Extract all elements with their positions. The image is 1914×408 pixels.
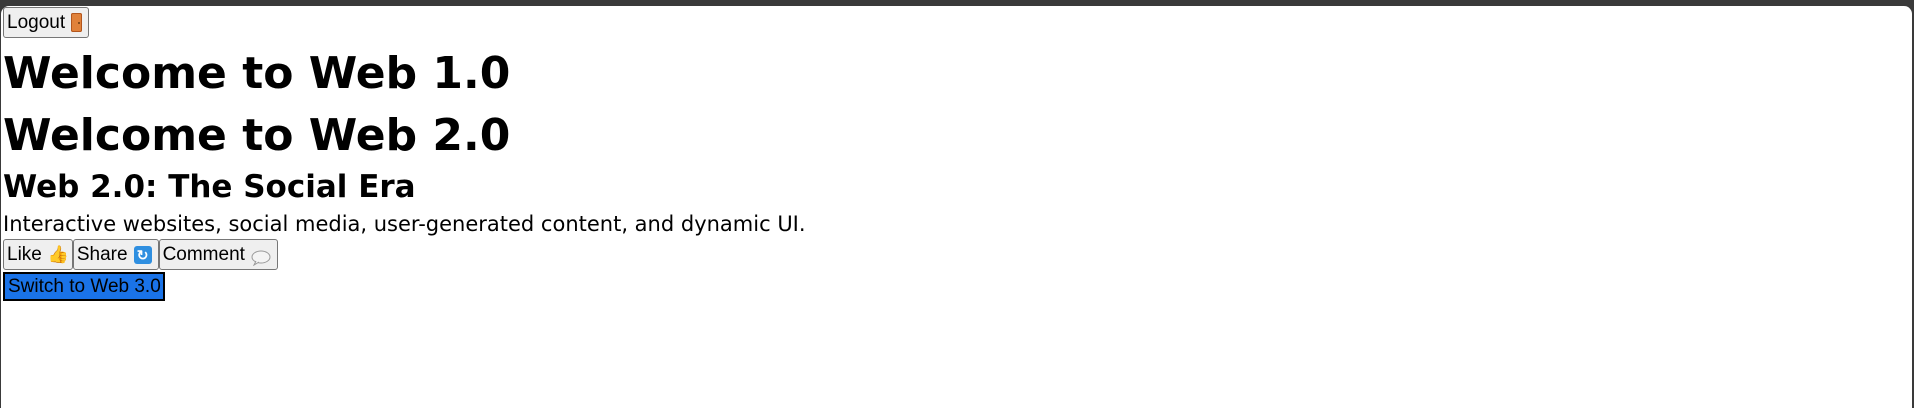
- comment-button[interactable]: Comment: [158, 239, 278, 270]
- web1-heading: Welcome to Web 1.0: [3, 48, 511, 99]
- logout-button[interactable]: Logout: [3, 7, 90, 38]
- thumbs-up-icon: 👍: [47, 244, 70, 264]
- share-button[interactable]: Share ↻: [72, 239, 159, 270]
- section-subtitle: Web 2.0: The Social Era: [3, 169, 416, 205]
- logout-button-label: Logout: [7, 11, 66, 33]
- web2-heading: Welcome to Web 2.0: [3, 110, 511, 161]
- refresh-icon: ↻: [133, 245, 152, 264]
- share-button-label: Share: [76, 243, 128, 265]
- page-content: Logout Welcome to Web 1.0 Welcome to Web…: [1, 6, 1912, 301]
- switch-web3-button-label: Switch to Web 3.0: [8, 275, 161, 297]
- like-button[interactable]: Like 👍: [3, 239, 73, 270]
- door-icon: [71, 13, 83, 32]
- browser-viewport: Logout Welcome to Web 1.0 Welcome to Web…: [1, 6, 1912, 408]
- section-description: Interactive websites, social media, user…: [3, 212, 806, 236]
- social-actions: Like 👍 Share ↻ Comment: [3, 239, 1912, 270]
- speech-bubble-icon: [251, 248, 271, 266]
- comment-button-label: Comment: [162, 243, 245, 265]
- switch-web3-button[interactable]: Switch to Web 3.0: [3, 272, 165, 301]
- like-button-label: Like: [7, 243, 42, 265]
